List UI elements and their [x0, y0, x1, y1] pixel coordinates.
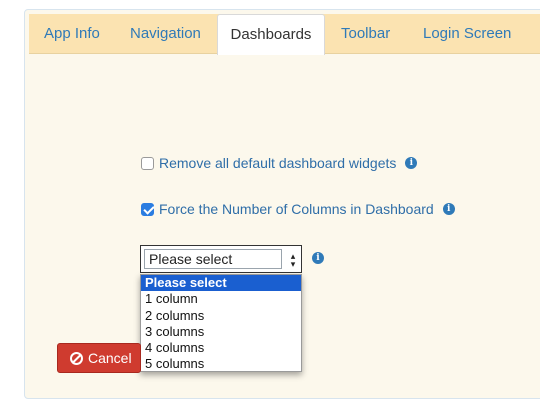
- remove-widgets-checkbox[interactable]: [141, 156, 154, 170]
- tab-toolbar[interactable]: Toolbar: [341, 14, 390, 55]
- cancel-button[interactable]: Cancel: [57, 343, 141, 373]
- tab-login-screen[interactable]: Login Screen: [423, 14, 511, 55]
- dropdown-option[interactable]: 4 columns: [141, 340, 301, 356]
- info-icon[interactable]: i: [312, 252, 324, 264]
- columns-dropdown-list[interactable]: Please select 1 column 2 columns 3 colum…: [140, 274, 302, 372]
- dropdown-option[interactable]: 2 columns: [141, 308, 301, 324]
- tab-navigation[interactable]: Navigation: [130, 14, 201, 55]
- dropdown-option[interactable]: Please select: [141, 275, 301, 292]
- tab-app-info[interactable]: App Info: [44, 14, 100, 55]
- force-columns-label[interactable]: Force the Number of Columns in Dashboard: [159, 201, 434, 217]
- force-columns-option[interactable]: Force the Number of Columns in Dashboard…: [141, 201, 455, 217]
- info-icon[interactable]: i: [405, 157, 418, 169]
- remove-widgets-label[interactable]: Remove all default dashboard widgets: [159, 155, 396, 171]
- chevron-updown-icon[interactable]: ▴ ▾: [287, 250, 299, 270]
- cancel-label: Cancel: [88, 350, 132, 366]
- columns-select[interactable]: Please select ▴ ▾: [140, 245, 302, 273]
- columns-select-value[interactable]: Please select: [144, 249, 282, 269]
- info-icon[interactable]: i: [442, 203, 455, 215]
- remove-widgets-option[interactable]: Remove all default dashboard widgets i: [141, 155, 418, 171]
- dropdown-option[interactable]: 3 columns: [141, 324, 301, 340]
- tab-dashboards[interactable]: Dashboards: [217, 14, 325, 55]
- dropdown-option[interactable]: 5 columns: [141, 356, 301, 372]
- ban-icon: [70, 351, 83, 365]
- dropdown-option[interactable]: 1 column: [141, 291, 301, 307]
- force-columns-checkbox[interactable]: [141, 202, 154, 216]
